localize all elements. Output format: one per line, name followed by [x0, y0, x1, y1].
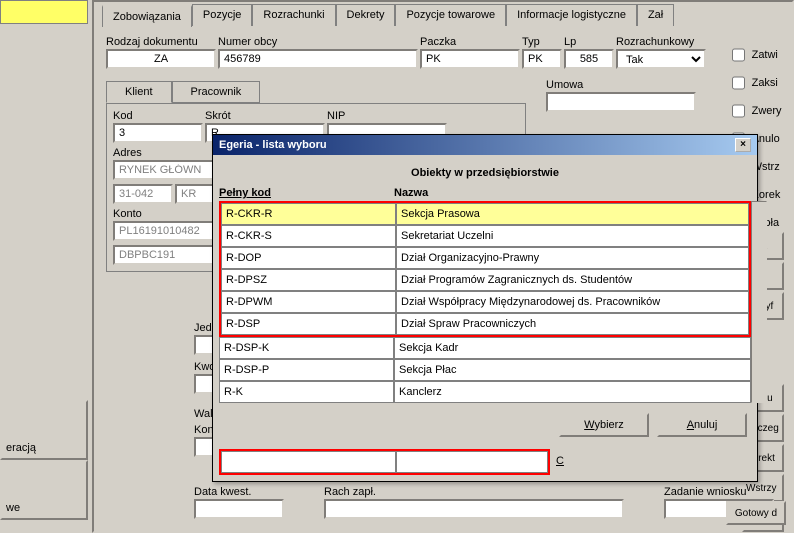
table-row[interactable] [221, 203, 749, 225]
typ-input[interactable] [522, 49, 562, 69]
modal-title-text: Egeria - lista wyboru [219, 139, 327, 151]
tab-rozrachunki[interactable]: Rozrachunki [252, 4, 335, 26]
tab-pozycje[interactable]: Pozycje [192, 4, 253, 26]
scrollbar[interactable] [751, 201, 767, 403]
tab-pozycje-towarowe[interactable]: Pozycje towarowe [395, 4, 506, 26]
table-row[interactable] [221, 225, 749, 247]
skrot-label: Skrót [205, 110, 325, 122]
cell-nazwa[interactable] [396, 203, 749, 225]
cell-kod[interactable] [219, 337, 394, 359]
rozr-label: Rozrachunkowy [616, 36, 706, 48]
cell-kod[interactable] [221, 225, 396, 247]
cell-nazwa[interactable] [396, 269, 749, 291]
table-row[interactable] [221, 247, 749, 269]
chk-zatwi[interactable] [732, 45, 745, 65]
tab-zobowiazania[interactable]: Zobowiązania [102, 5, 192, 27]
cell-kod[interactable] [221, 247, 396, 269]
cell-kod[interactable] [219, 381, 394, 403]
numer-label: Numer obcy [218, 36, 418, 48]
adres2b-input [175, 184, 215, 204]
datak-label: Data kwest. [194, 486, 284, 498]
nip-label: NIP [327, 110, 447, 122]
table-row[interactable] [221, 269, 749, 291]
c-link[interactable]: C [556, 455, 564, 467]
kod-input[interactable] [113, 123, 203, 143]
sidebar-op1[interactable]: eracją [0, 400, 88, 460]
cell-kod[interactable] [221, 203, 396, 225]
cell-nazwa[interactable] [394, 337, 751, 359]
search-row [219, 449, 550, 475]
table-row[interactable] [221, 291, 749, 313]
modal-lista-wyboru: Egeria - lista wyboru × Obiekty w przeds… [212, 134, 758, 482]
datak-input[interactable] [194, 499, 284, 519]
table-row[interactable] [219, 381, 751, 403]
rozr-select[interactable]: Tak [616, 49, 706, 69]
numer-input[interactable] [218, 49, 418, 69]
konto2-input [113, 245, 223, 265]
col-nazwa[interactable]: Nazwa [394, 187, 751, 199]
paczka-label: Paczka [420, 36, 520, 48]
kod-label: Kod [113, 110, 203, 122]
chk-zwery[interactable] [732, 101, 745, 121]
umowa-input[interactable] [546, 92, 696, 112]
cell-nazwa[interactable] [396, 225, 749, 247]
lp-input[interactable] [564, 49, 614, 69]
modal-titlebar: Egeria - lista wyboru × [213, 135, 757, 155]
modal-heading: Obiekty w przedsiębiorstwie [219, 161, 751, 185]
zad-label: Zadanie wniosku [664, 486, 774, 498]
typ-label: Typ [522, 36, 562, 48]
rach-input[interactable] [324, 499, 624, 519]
rodzaj-input[interactable] [106, 49, 216, 69]
cell-kod[interactable] [219, 359, 394, 381]
tab-dekrety[interactable]: Dekrety [336, 4, 396, 26]
cell-kod[interactable] [221, 291, 396, 313]
umowa-label: Umowa [546, 79, 696, 91]
subtab-klient[interactable]: Klient [106, 81, 172, 103]
lp-label: Lp [564, 36, 614, 48]
search-nazwa[interactable] [396, 451, 548, 473]
results-grid [219, 201, 751, 337]
rodzaj-label: Rodzaj dokumentu [106, 36, 216, 48]
cell-nazwa[interactable] [396, 313, 749, 335]
table-row[interactable] [219, 337, 751, 359]
konto-input [113, 221, 223, 241]
adres-input [113, 160, 223, 180]
adres2a-input [113, 184, 173, 204]
table-row[interactable] [219, 359, 751, 381]
tab-bar: Zobowiązania Pozycje Rozrachunki Dekrety… [94, 2, 792, 28]
rach-label: Rach zapł. [324, 486, 624, 498]
sidebar-op2[interactable]: we [0, 460, 88, 520]
tab-zal[interactable]: Zał [637, 4, 674, 26]
cell-nazwa[interactable] [396, 247, 749, 269]
yellow-highlight [0, 0, 88, 24]
subtab-pracownik[interactable]: Pracownik [172, 81, 261, 103]
cell-nazwa[interactable] [396, 291, 749, 313]
search-kod[interactable] [221, 451, 396, 473]
paczka-input[interactable] [420, 49, 520, 69]
chk-zaksi[interactable] [732, 73, 745, 93]
cell-kod[interactable] [221, 313, 396, 335]
cell-kod[interactable] [221, 269, 396, 291]
anuluj-button[interactable]: Anuluj [657, 413, 747, 437]
close-icon[interactable]: × [735, 138, 751, 152]
table-row[interactable] [221, 313, 749, 335]
wybierz-button[interactable]: Wybierz [559, 413, 649, 437]
cell-nazwa[interactable] [394, 381, 751, 403]
cell-nazwa[interactable] [394, 359, 751, 381]
col-pelny-kod[interactable]: Pełny kod [219, 187, 394, 199]
btn-gotowy[interactable]: Gotowy d [726, 501, 786, 525]
tab-informacje-log[interactable]: Informacje logistyczne [506, 4, 637, 26]
